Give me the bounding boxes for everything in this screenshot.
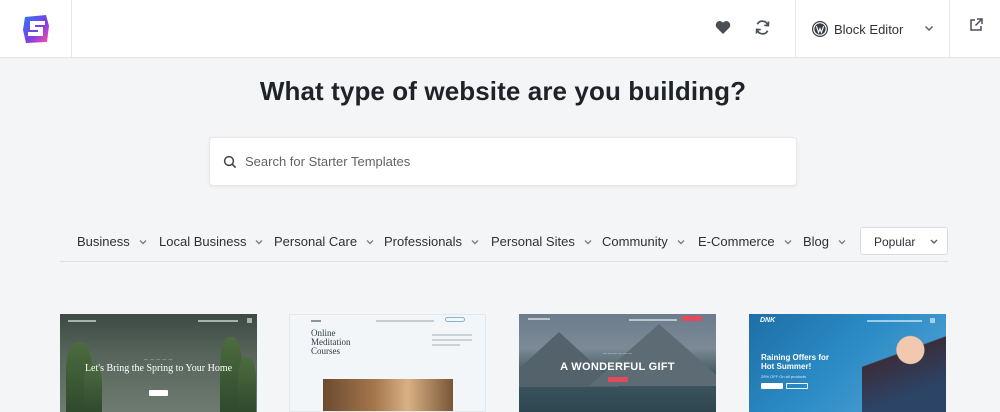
template-preview-kicker: — — — — — — <box>602 350 633 355</box>
search-input[interactable] <box>245 138 785 185</box>
chevron-down-icon <box>366 239 374 244</box>
category-e-commerce[interactable]: E-Commerce <box>698 234 793 249</box>
chevron-down-icon <box>930 239 938 244</box>
chevron-down-icon <box>784 239 792 244</box>
category-label: Blog <box>803 234 830 249</box>
template-preview-heading: Let's Bring the Spring to Your Home <box>84 363 233 374</box>
chevron-down-icon <box>471 239 479 244</box>
logo-cell <box>0 0 72 58</box>
category-blog[interactable]: Blog <box>803 234 847 249</box>
category-local-business[interactable]: Local Business <box>159 234 264 249</box>
chevron-down-icon <box>139 239 147 244</box>
category-community[interactable]: Community <box>602 234 686 249</box>
template-preview-kicker: — — — — — <box>144 356 173 361</box>
category-personal-care[interactable]: Personal Care <box>274 234 375 249</box>
template-preview-button <box>608 377 628 382</box>
category-professionals[interactable]: Professionals <box>384 234 480 249</box>
chevron-down-icon <box>677 239 685 244</box>
category-label: Personal Sites <box>491 234 575 249</box>
category-label: E-Commerce <box>698 234 775 249</box>
template-preview-image <box>862 320 946 412</box>
category-business[interactable]: Business <box>77 234 148 249</box>
template-preview-nav <box>60 314 257 328</box>
template-preview-nav <box>749 314 946 328</box>
template-preview-heading: A WONDERFUL GIFT <box>560 361 675 373</box>
page-builder-label: Block Editor <box>834 21 904 37</box>
sync-icon[interactable] <box>752 17 772 37</box>
template-card-meditation[interactable]: Online Meditation Courses <box>289 314 486 412</box>
template-card-spring-home[interactable]: — — — — — Let's Bring the Spring to Your… <box>60 314 257 412</box>
page-title: What type of website are you building? <box>259 76 747 106</box>
sort-selected-label: Popular <box>874 235 916 249</box>
search-box <box>209 137 797 186</box>
chevron-down-icon <box>584 239 592 244</box>
category-label: Personal Care <box>274 234 358 249</box>
starter-templates-logo[interactable] <box>19 12 53 46</box>
external-link-icon[interactable] <box>968 17 988 37</box>
page-builder-select[interactable]: Block Editor <box>795 0 950 58</box>
template-card-wonderful-gift[interactable]: — — — — — — A WONDERFUL GIFT <box>519 314 716 412</box>
chevron-down-icon <box>924 25 934 32</box>
template-preview-nav-button <box>682 316 702 321</box>
template-preview-button <box>761 383 783 389</box>
template-preview-heading: Raining Offers for Hot Summer! <box>761 353 830 371</box>
wordpress-icon <box>812 21 828 37</box>
search-icon <box>223 155 237 169</box>
top-bar: Block Editor <box>0 0 1000 58</box>
category-personal-sites[interactable]: Personal Sites <box>491 234 593 249</box>
category-filter-bar: Business Local Business Personal Care Pr… <box>60 226 948 262</box>
template-preview-button <box>149 390 168 396</box>
category-label: Professionals <box>384 234 463 249</box>
template-preview-button <box>786 383 808 389</box>
template-preview-image <box>323 379 453 411</box>
chevron-down-icon <box>255 239 263 244</box>
template-preview-subtext: 25% OFF On all products <box>761 374 807 379</box>
template-preview-heading: Online Meditation Courses <box>311 328 351 356</box>
template-card-summer-offers[interactable]: DNK Raining Offers for Hot Summer! 25% O… <box>749 314 946 412</box>
favorites-heart-icon[interactable] <box>713 17 733 37</box>
sort-select[interactable]: Popular <box>860 227 948 255</box>
category-label: Community <box>602 234 668 249</box>
chevron-down-icon <box>838 239 846 244</box>
template-preview-text <box>432 334 472 349</box>
category-label: Local Business <box>159 234 247 249</box>
category-label: Business <box>77 234 130 249</box>
template-preview-nav-button <box>445 317 465 322</box>
